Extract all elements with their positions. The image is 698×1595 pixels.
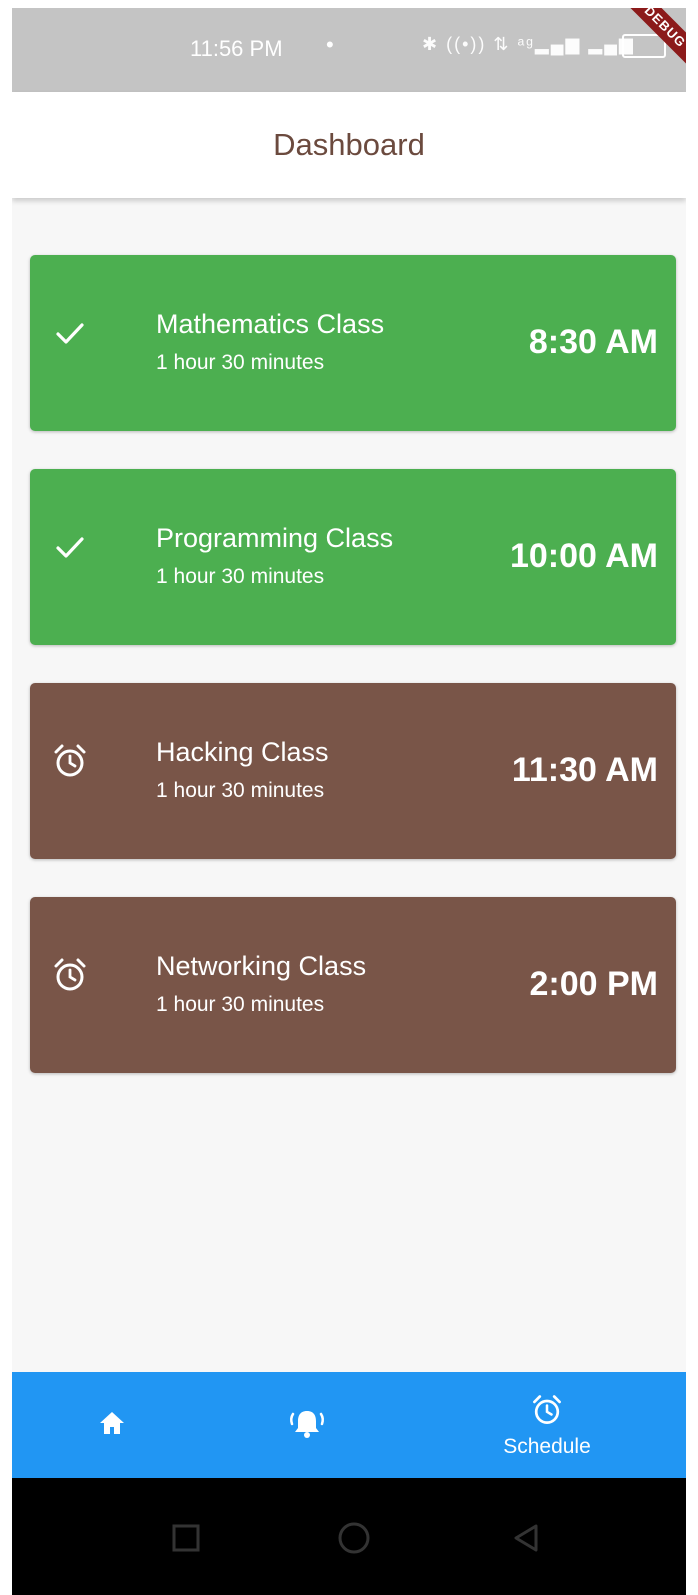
home-icon: [96, 1407, 128, 1444]
alarm-icon: [50, 955, 90, 995]
status-time: 11:56 PM: [190, 36, 283, 61]
class-list: Mathematics Class 1 hour 30 minutes 8:30…: [30, 255, 678, 1111]
class-duration: 1 hour 30 minutes: [156, 779, 325, 802]
class-title: Networking Class: [156, 951, 367, 981]
class-time: 2:00 PM: [529, 965, 659, 1003]
check-icon: [50, 527, 90, 567]
class-time: 10:00 AM: [509, 537, 658, 575]
bell-ringing-icon: [287, 1405, 327, 1446]
class-card-mathematics[interactable]: Mathematics Class 1 hour 30 minutes 8:30…: [30, 255, 676, 431]
class-time: 8:30 AM: [528, 323, 658, 361]
recents-button[interactable]: [166, 1518, 206, 1558]
nav-label-schedule: Schedule: [503, 1434, 591, 1458]
alarm-icon: [529, 1392, 565, 1433]
nav-schedule[interactable]: Schedule: [482, 1372, 612, 1478]
home-button[interactable]: [334, 1518, 374, 1558]
nav-home[interactable]: [72, 1372, 152, 1478]
class-time: 11:30 AM: [511, 751, 658, 789]
alarm-icon: [50, 741, 90, 781]
app-bar: Dashboard: [12, 92, 686, 198]
status-bar: 11:56 PM • ✱ ((•)) ⇅ ᵃᵍ▂▄▆ ▂▄▆ DEBUG: [12, 8, 686, 95]
page-title: Dashboard: [273, 127, 425, 162]
system-navigation-bar: [12, 1478, 686, 1595]
back-button[interactable]: [506, 1518, 546, 1558]
nav-notifications[interactable]: [267, 1372, 347, 1478]
class-title: Hacking Class: [156, 737, 329, 767]
status-icons: ✱ ((•)) ⇅ ᵃᵍ▂▄▆ ▂▄▆: [422, 34, 635, 54]
bottom-navigation: Schedule: [12, 1372, 686, 1478]
class-duration: 1 hour 30 minutes: [156, 993, 325, 1016]
class-card-hacking[interactable]: Hacking Class 1 hour 30 minutes 11:30 AM: [30, 683, 676, 859]
class-title: Programming Class: [156, 523, 394, 553]
class-duration: 1 hour 30 minutes: [156, 565, 325, 588]
class-card-programming[interactable]: Programming Class 1 hour 30 minutes 10:0…: [30, 469, 676, 645]
check-icon: [50, 313, 90, 353]
status-dot: •: [326, 32, 334, 57]
phone-screen: 11:56 PM • ✱ ((•)) ⇅ ᵃᵍ▂▄▆ ▂▄▆ DEBUG Das…: [12, 8, 686, 1595]
class-duration: 1 hour 30 minutes: [156, 351, 325, 374]
class-title: Mathematics Class: [156, 309, 385, 339]
class-card-networking[interactable]: Networking Class 1 hour 30 minutes 2:00 …: [30, 897, 676, 1073]
